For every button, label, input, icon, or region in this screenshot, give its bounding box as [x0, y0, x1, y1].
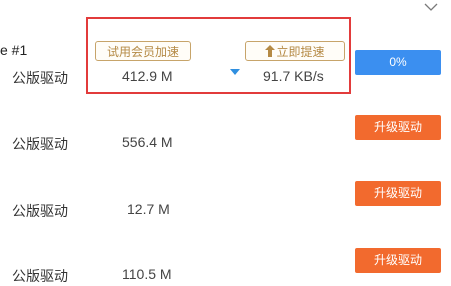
trial-vip-speedup-button[interactable]: 试用会员加速 [95, 41, 191, 61]
upgrade-driver-button[interactable]: 升级驱动 [355, 115, 441, 140]
driver-size: 110.5 M [122, 266, 172, 282]
speed-boost-label: 立即提速 [276, 45, 325, 59]
speed-boost-button[interactable]: 立即提速 [245, 41, 345, 61]
arrow-up-icon [265, 45, 276, 57]
driver-category: 公版驱动 [12, 268, 68, 284]
driver-category: 公版驱动 [12, 70, 68, 86]
download-progress[interactable]: 0% [355, 50, 441, 75]
dropdown-marker-icon[interactable] [230, 69, 240, 75]
driver-size: 412.9 M [122, 68, 173, 84]
upgrade-driver-button[interactable]: 升级驱动 [355, 248, 441, 273]
download-speed: 91.7 KB/s [263, 68, 324, 84]
chevron-down-icon[interactable] [424, 2, 438, 12]
driver-category: 公版驱动 [12, 203, 68, 219]
driver-size: 556.4 M [122, 134, 173, 150]
driver-category: 公版驱动 [12, 136, 68, 152]
driver-name: e #1 [0, 42, 28, 58]
upgrade-driver-button[interactable]: 升级驱动 [355, 181, 441, 206]
driver-size: 12.7 M [127, 201, 170, 217]
